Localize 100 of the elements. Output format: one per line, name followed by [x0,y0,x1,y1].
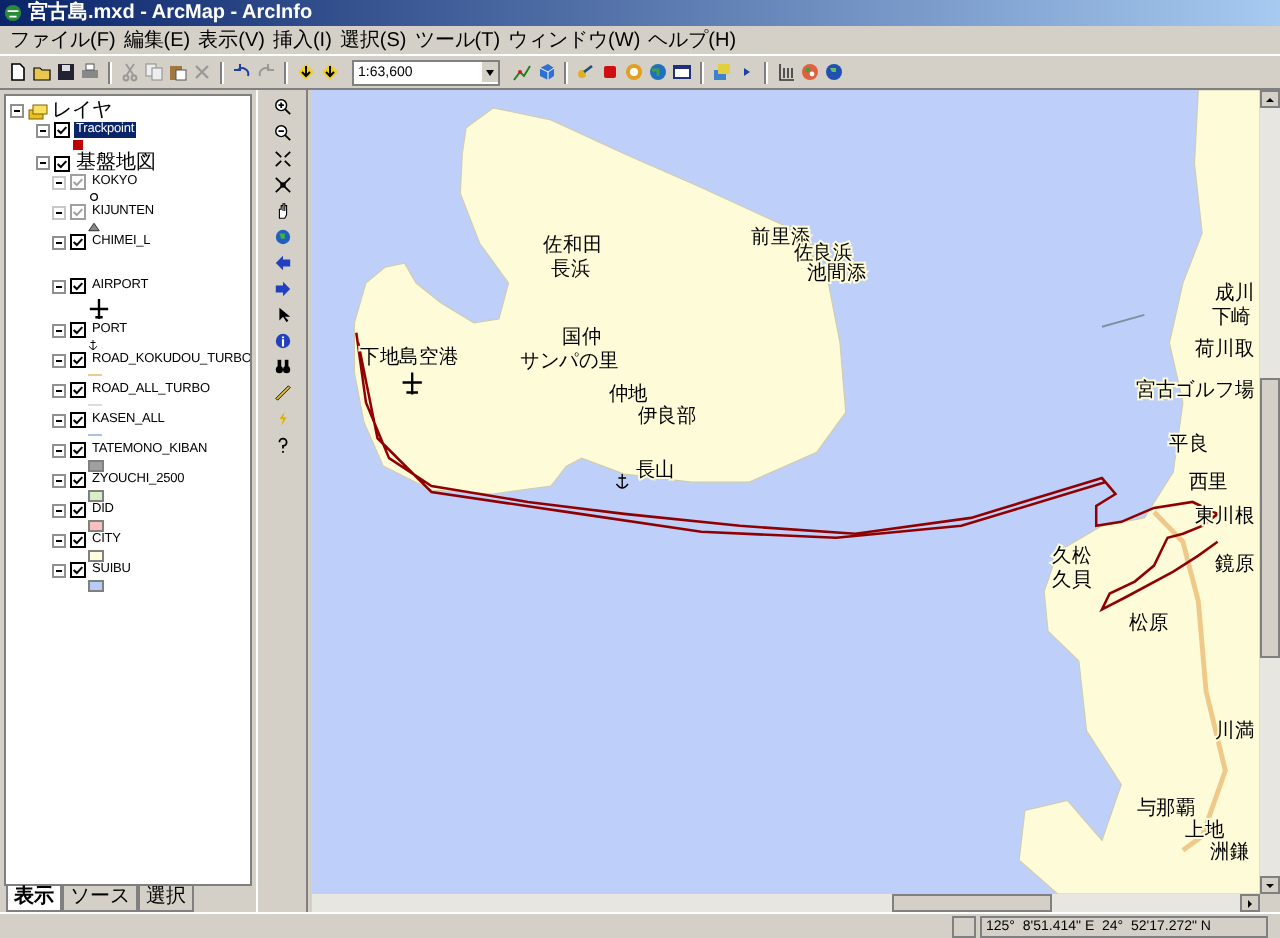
checkbox[interactable] [54,155,70,171]
place-label: 国仲 [562,326,602,349]
panel-tab[interactable]: 表示 [6,886,62,912]
print-icon[interactable] [80,62,100,82]
ruler-icon[interactable] [273,384,291,402]
expand-toggle[interactable] [52,473,66,487]
checkbox[interactable] [70,322,86,338]
menu-item[interactable]: ファイル(F) [8,27,118,53]
scroll-right-button[interactable] [1240,894,1260,912]
place-label: 上地 [1184,820,1225,843]
hand-icon[interactable] [273,202,291,220]
expand-toggle[interactable] [52,175,66,189]
expand-toggle[interactable] [52,205,66,219]
scroll-thumb[interactable] [1260,378,1280,658]
airplane-icon [401,371,423,396]
place-label: 久松 [1051,545,1092,568]
vertical-scrollbar[interactable] [1260,90,1280,894]
layers-icon [28,103,48,119]
checkbox[interactable] [70,442,86,458]
table-icon[interactable] [776,62,796,82]
window-icon[interactable] [672,62,692,82]
place-label: 松原 [1129,613,1169,636]
new-file-icon[interactable] [8,62,28,82]
add-data-icon[interactable] [320,62,340,82]
place-label: 長浜 [550,258,591,282]
scroll-up-button[interactable] [1260,90,1280,108]
place-label: 宮古ゴルフ場 [1136,380,1255,403]
caret-down-icon [1262,878,1278,894]
checkbox[interactable] [70,174,86,190]
place-label: 鏡原 [1214,553,1255,576]
palette-icon[interactable] [800,62,820,82]
place-label: サンパの里 [520,350,619,373]
expand-toggle[interactable] [52,413,66,427]
place-label: 与那覇 [1136,798,1196,821]
checkbox[interactable] [70,278,86,294]
expand-toggle[interactable] [36,123,50,137]
airplane-icon [88,297,110,319]
place-label: 久貝 [1051,569,1092,592]
layer-label[interactable]: 基盤地図 [74,153,158,173]
checkbox[interactable] [70,352,86,368]
checkbox[interactable] [70,502,86,518]
place-label: 荷川取 [1195,338,1255,361]
scroll-thumb[interactable] [892,894,1052,912]
anchor-icon [88,338,98,352]
menu-item[interactable]: ウィンドウ(W) [506,27,643,53]
checkbox[interactable] [70,204,86,220]
horizontal-scrollbar[interactable] [312,894,1260,912]
paste-icon[interactable] [168,62,188,82]
expand-toggle[interactable] [52,563,66,577]
open-folder-icon[interactable] [32,62,52,82]
place-label: 長山 [635,459,676,483]
arrow-right-icon[interactable] [273,280,291,298]
question-mark-icon[interactable] [273,436,291,454]
layer-group-label[interactable]: レイヤ [52,101,112,121]
save-icon[interactable] [56,62,76,82]
expand-toggle[interactable] [52,533,66,547]
checkbox[interactable] [70,472,86,488]
menu-item[interactable]: 選択(S) [337,27,409,53]
expand-toggle[interactable] [36,156,50,170]
checkbox[interactable] [70,234,86,250]
arrow-left-icon[interactable] [273,254,291,272]
binoculars-icon[interactable] [273,358,291,376]
key-icon[interactable] [576,62,596,82]
menu-item[interactable]: 編集(E) [121,27,193,53]
panel-tab[interactable]: ソース [62,886,138,912]
layers-icon[interactable] [712,62,732,82]
place-label: 佐和田 [543,234,603,258]
expand-toggle[interactable] [52,323,66,337]
chart-icon[interactable] [512,62,532,82]
checkbox[interactable] [70,532,86,548]
globe-icon[interactable] [273,228,291,246]
menu-item[interactable]: 表示(V) [196,27,267,53]
info-icon[interactable] [273,332,291,350]
checkbox[interactable] [70,382,86,398]
expand-toggle[interactable] [52,503,66,517]
place-label: 東川根 [1195,505,1255,528]
checkbox[interactable] [54,122,70,138]
place-label: 伊良部 [637,406,697,429]
checkbox[interactable] [70,562,86,578]
expand-toggle[interactable] [52,443,66,457]
circle-symbol [88,192,100,202]
expand-toggle[interactable] [52,383,66,397]
menu-item[interactable]: 挿入(I) [270,27,334,53]
status-cell [952,915,976,937]
add-data-icon[interactable] [296,62,316,82]
pointer-icon[interactable] [273,306,291,324]
checkbox[interactable] [70,412,86,428]
globe-icon[interactable] [824,62,844,82]
panel-tab[interactable]: 選択 [138,886,194,912]
expand-toggle[interactable] [52,235,66,249]
expand-toggle[interactable] [52,353,66,367]
expand-toggle[interactable] [52,279,66,293]
menu-item[interactable]: ツール(T) [412,27,503,53]
expand-toggle[interactable] [10,104,24,118]
triangle-symbol [88,222,100,232]
undo-icon[interactable] [232,62,252,82]
place-label: 川満 [1214,720,1255,743]
scroll-down-button[interactable] [1260,876,1280,894]
menu-item[interactable]: ヘルプ(H) [646,27,739,53]
caret-up-icon [1262,92,1278,108]
